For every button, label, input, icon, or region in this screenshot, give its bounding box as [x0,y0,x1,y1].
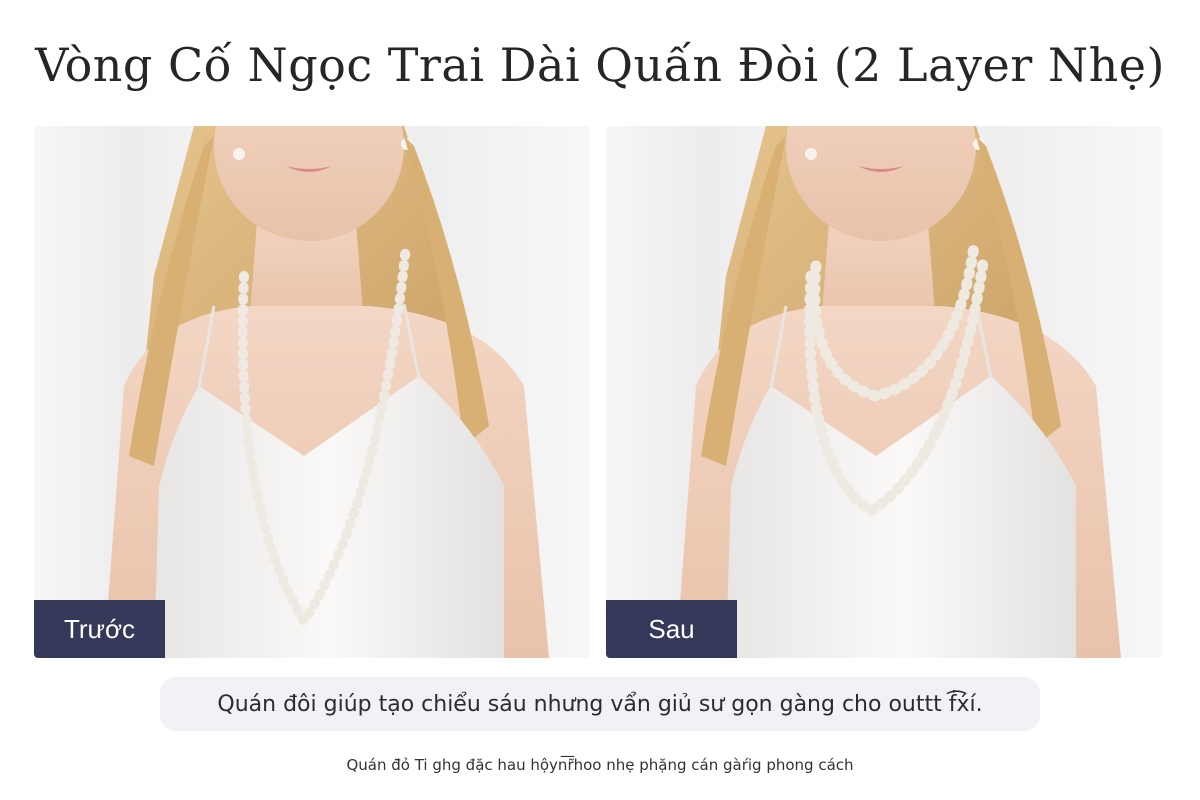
woman-before-illustration [104,126,549,658]
page-title: Vòng Cố Ngọc Trai Dài Quấn Đòi (2 Layer … [35,38,1165,92]
caption-pill: Quán đôi giúp tạo chiểu sáu nhưng vẩn gi… [160,677,1040,731]
after-label: Sau [606,600,737,658]
footnote: Quán đ̄ỏ Ti ghg đặc hau hộyn͞r̃hoo nhẹ p… [346,756,854,774]
after-photo: Sau [606,126,1162,658]
before-label: Trước [34,600,165,658]
woman-after-illustration [676,126,1121,658]
caption-text: Quán đôi giúp tạo chiểu sáu nhưng vẩn gi… [217,691,983,717]
before-photo: Trước [34,126,590,658]
